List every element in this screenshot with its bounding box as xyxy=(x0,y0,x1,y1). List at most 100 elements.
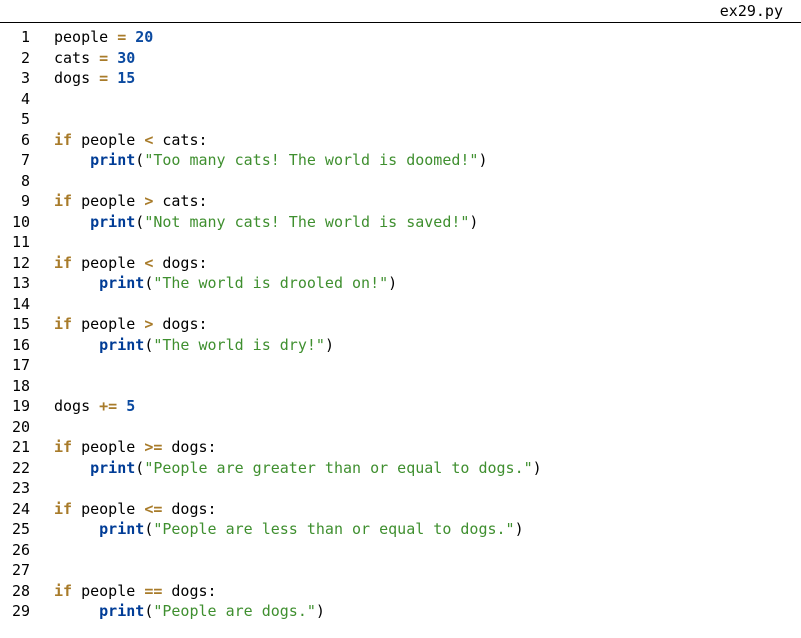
token-indent xyxy=(54,602,99,620)
token-paren: ( xyxy=(135,213,144,231)
token-paren: ) xyxy=(469,213,478,231)
token-fn: print xyxy=(99,520,144,538)
code-line: people = 20 xyxy=(54,27,542,48)
line-number: 24 xyxy=(0,499,30,520)
token-name: people xyxy=(72,582,144,600)
token-name xyxy=(108,49,117,67)
token-paren: ( xyxy=(144,274,153,292)
token-kw: if xyxy=(54,315,72,333)
token-op: > xyxy=(144,315,153,333)
line-number: 7 xyxy=(0,150,30,171)
token-fn: print xyxy=(90,459,135,477)
token-indent xyxy=(54,520,99,538)
token-op: <= xyxy=(144,500,162,518)
code-line xyxy=(54,376,542,397)
token-op: = xyxy=(117,28,126,46)
code-line: if people > dogs: xyxy=(54,314,542,335)
token-name xyxy=(108,69,117,87)
filename-label: ex29.py xyxy=(720,2,783,20)
token-kw: if xyxy=(54,254,72,272)
line-number: 6 xyxy=(0,130,30,151)
token-op: = xyxy=(99,69,108,87)
token-colon: : xyxy=(208,500,217,518)
code-line: print("Too many cats! The world is doome… xyxy=(54,150,542,171)
token-num: 5 xyxy=(126,397,135,415)
token-name: people xyxy=(72,315,144,333)
token-fn: print xyxy=(99,602,144,620)
token-paren: ( xyxy=(135,151,144,169)
line-number: 19 xyxy=(0,396,30,417)
line-number: 25 xyxy=(0,519,30,540)
code-line: cats = 30 xyxy=(54,48,542,69)
line-number: 21 xyxy=(0,437,30,458)
token-indent xyxy=(54,336,99,354)
code-line xyxy=(54,478,542,499)
line-number: 17 xyxy=(0,355,30,376)
token-colon: : xyxy=(199,254,208,272)
line-number: 9 xyxy=(0,191,30,212)
token-name: dogs xyxy=(54,69,99,87)
code-line xyxy=(54,355,542,376)
token-name: dogs xyxy=(153,315,198,333)
token-paren: ( xyxy=(144,520,153,538)
line-number: 3 xyxy=(0,68,30,89)
token-fn: print xyxy=(90,213,135,231)
token-colon: : xyxy=(199,315,208,333)
token-indent xyxy=(54,213,90,231)
token-paren: ( xyxy=(144,336,153,354)
code-listing: 1234567891011121314151617181920212223242… xyxy=(0,23,801,622)
code-line xyxy=(54,294,542,315)
line-number: 12 xyxy=(0,253,30,274)
token-fn: print xyxy=(90,151,135,169)
line-number: 23 xyxy=(0,478,30,499)
token-name: cats xyxy=(54,49,99,67)
token-name: dogs xyxy=(162,500,207,518)
token-op: > xyxy=(144,192,153,210)
token-indent xyxy=(54,151,90,169)
token-str: "The world is dry!" xyxy=(153,336,325,354)
code-line: print("People are greater than or equal … xyxy=(54,458,542,479)
code-line: print("Not many cats! The world is saved… xyxy=(54,212,542,233)
token-kw: if xyxy=(54,438,72,456)
line-number: 15 xyxy=(0,314,30,335)
code-line: dogs = 15 xyxy=(54,68,542,89)
token-name: dogs xyxy=(162,582,207,600)
token-name: people xyxy=(72,131,144,149)
line-number: 10 xyxy=(0,212,30,233)
token-op: >= xyxy=(144,438,162,456)
token-paren: ) xyxy=(325,336,334,354)
line-number: 18 xyxy=(0,376,30,397)
token-num: 20 xyxy=(135,28,153,46)
token-str: "People are dogs." xyxy=(153,602,316,620)
token-name: dogs xyxy=(153,254,198,272)
token-name: cats xyxy=(153,192,198,210)
code-line xyxy=(54,540,542,561)
token-paren: ) xyxy=(388,274,397,292)
token-kw: if xyxy=(54,500,72,518)
token-str: "People are greater than or equal to dog… xyxy=(144,459,532,477)
code-line: if people > cats: xyxy=(54,191,542,212)
line-number: 11 xyxy=(0,232,30,253)
token-colon: : xyxy=(199,131,208,149)
token-name: dogs xyxy=(162,438,207,456)
line-number-gutter: 1234567891011121314151617181920212223242… xyxy=(0,27,36,622)
token-kw: if xyxy=(54,582,72,600)
code-line: if people == dogs: xyxy=(54,581,542,602)
token-name: people xyxy=(72,254,144,272)
token-str: "Not many cats! The world is saved!" xyxy=(144,213,469,231)
token-name xyxy=(117,397,126,415)
line-number: 13 xyxy=(0,273,30,294)
file-header: ex29.py xyxy=(0,0,801,23)
code-line: if people <= dogs: xyxy=(54,499,542,520)
token-fn: print xyxy=(99,336,144,354)
code-line: if people < dogs: xyxy=(54,253,542,274)
code-line xyxy=(54,560,542,581)
code-line xyxy=(54,109,542,130)
line-number: 1 xyxy=(0,27,30,48)
token-paren: ( xyxy=(135,459,144,477)
line-number: 22 xyxy=(0,458,30,479)
token-op: < xyxy=(144,131,153,149)
token-str: "The world is drooled on!" xyxy=(153,274,388,292)
line-number: 27 xyxy=(0,560,30,581)
code-line: print("The world is dry!") xyxy=(54,335,542,356)
